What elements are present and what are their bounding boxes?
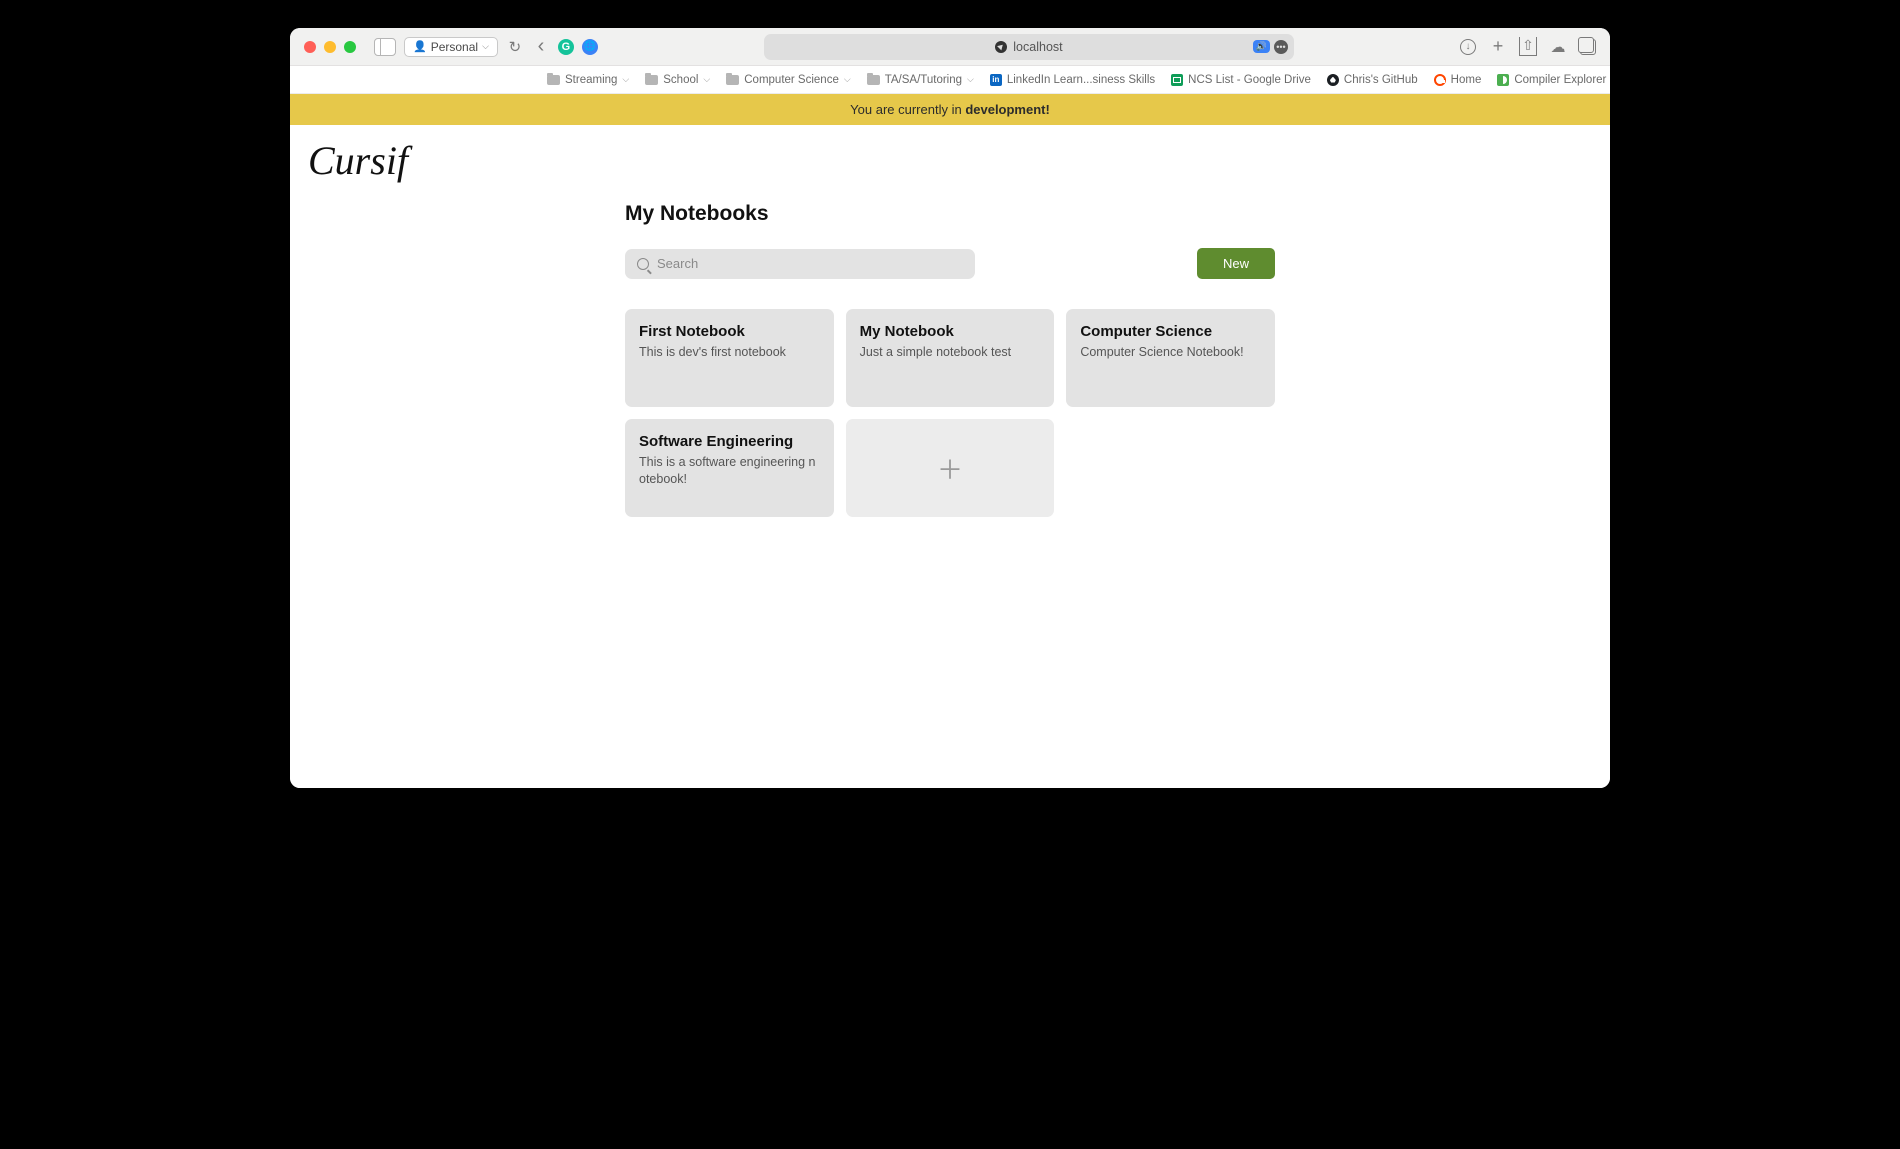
- profile-label: Personal: [431, 40, 478, 54]
- window-controls: [304, 41, 356, 53]
- main-content: My Notebooks New First Notebook This is d…: [625, 202, 1275, 517]
- bookmark-label: Compiler Explorer: [1514, 74, 1606, 86]
- folder-icon: [547, 75, 560, 85]
- grammarly-extension-icon[interactable]: G: [558, 39, 574, 55]
- linkedin-icon: in: [990, 74, 1002, 86]
- downloads-button[interactable]: [1460, 39, 1476, 55]
- github-icon: [1327, 74, 1339, 86]
- chevron-down-icon: ⌵: [967, 74, 974, 85]
- bookmark-label: Chris's GitHub: [1344, 74, 1418, 86]
- add-notebook-card[interactable]: ＋: [846, 419, 1055, 517]
- bookmark-label: TA/SA/Tutoring: [885, 74, 962, 86]
- search-input[interactable]: [657, 256, 963, 271]
- site-more-button[interactable]: •••: [1274, 40, 1288, 54]
- folder-icon: [867, 75, 880, 85]
- notebook-card[interactable]: Software Engineering This is a software e…: [625, 419, 834, 517]
- chevron-down-icon: ⌵: [844, 74, 851, 85]
- back-button[interactable]: [532, 38, 550, 56]
- bookmark-label: Home: [1451, 74, 1482, 86]
- notebook-description: Computer Science Notebook!: [1080, 344, 1261, 361]
- address-bar[interactable]: localhost 🔊 •••: [764, 34, 1294, 60]
- share-button[interactable]: [1520, 39, 1536, 55]
- dev-banner: You are currently in development!: [290, 94, 1610, 125]
- person-icon: 👤: [413, 40, 427, 53]
- notebook-grid: First Notebook This is dev's first notebo…: [625, 309, 1275, 517]
- search-field-wrap[interactable]: [625, 249, 975, 279]
- browser-window: 👤 Personal ⌵ G 🌐 localhost 🔊 •••: [290, 28, 1610, 788]
- bookmark-item[interactable]: Streaming ⌵: [547, 74, 629, 86]
- new-notebook-button[interactable]: New: [1197, 248, 1275, 279]
- bookmark-label: LinkedIn Learn...siness Skills: [1007, 74, 1155, 86]
- plus-icon: ＋: [937, 450, 963, 487]
- notebook-title: First Notebook: [639, 323, 820, 340]
- site-icon: [995, 41, 1007, 53]
- bookmark-item[interactable]: Compiler Explorer: [1497, 74, 1606, 86]
- address-bar-container: localhost 🔊 •••: [606, 34, 1452, 60]
- sheets-icon: [1171, 74, 1183, 86]
- bookmark-label: Streaming: [565, 74, 617, 86]
- sound-indicator-icon[interactable]: 🔊: [1253, 40, 1270, 53]
- notebook-card[interactable]: First Notebook This is dev's first notebo…: [625, 309, 834, 407]
- browser-chrome-top: 👤 Personal ⌵ G 🌐 localhost 🔊 •••: [290, 28, 1610, 66]
- notebook-title: Computer Science: [1080, 323, 1261, 340]
- sidebar-toggle-button[interactable]: [374, 38, 396, 56]
- bookmark-label: Computer Science: [744, 74, 839, 86]
- chevron-down-icon: ⌵: [482, 41, 489, 52]
- chevron-down-icon: ⌵: [622, 74, 629, 85]
- notebook-card[interactable]: My Notebook Just a simple notebook test: [846, 309, 1055, 407]
- chrome-right-controls: [1460, 39, 1596, 55]
- notebook-title: Software Engineering: [639, 433, 820, 450]
- minimize-window-button[interactable]: [324, 41, 336, 53]
- bookmark-label: School: [663, 74, 698, 86]
- close-window-button[interactable]: [304, 41, 316, 53]
- page-title: My Notebooks: [625, 202, 1275, 226]
- bookmark-item[interactable]: Home: [1434, 74, 1482, 86]
- opera-icon: [1434, 74, 1446, 86]
- new-tab-button[interactable]: [1490, 39, 1506, 55]
- tab-overview-button[interactable]: [1580, 39, 1596, 55]
- folder-icon: [726, 75, 739, 85]
- notebook-description: This is dev's first notebook: [639, 344, 820, 361]
- app-logo[interactable]: Cursif: [290, 125, 1610, 184]
- search-icon: [637, 258, 649, 270]
- chevron-down-icon: ⌵: [703, 74, 710, 85]
- address-text: localhost: [1013, 40, 1062, 54]
- cloud-tabs-button[interactable]: [1550, 39, 1566, 55]
- compiler-icon: [1497, 74, 1509, 86]
- toolbar: New: [625, 248, 1275, 279]
- profile-selector[interactable]: 👤 Personal ⌵: [404, 37, 498, 57]
- bookmarks-bar: Streaming⌵School⌵Computer Science⌵TA/SA/…: [290, 66, 1610, 94]
- bookmark-item[interactable]: Computer Science ⌵: [726, 74, 850, 86]
- notebook-description: This is a software engineering notebook!: [639, 454, 820, 488]
- notebook-title: My Notebook: [860, 323, 1041, 340]
- address-right-controls: 🔊 •••: [1253, 40, 1288, 54]
- folder-icon: [645, 75, 658, 85]
- globe-extension-icon[interactable]: 🌐: [582, 39, 598, 55]
- maximize-window-button[interactable]: [344, 41, 356, 53]
- apps-grid-button[interactable]: [304, 74, 305, 86]
- bookmark-item[interactable]: in LinkedIn Learn...siness Skills: [990, 74, 1155, 86]
- reload-button[interactable]: [506, 38, 524, 56]
- bookmark-item[interactable]: NCS List - Google Drive: [1171, 74, 1311, 86]
- bookmark-item[interactable]: Chris's GitHub: [1327, 74, 1418, 86]
- banner-bold: development!: [965, 102, 1050, 117]
- notebook-description: Just a simple notebook test: [860, 344, 1041, 361]
- app-content: Cursif My Notebooks New First Notebook Th…: [290, 125, 1610, 788]
- bookmark-item[interactable]: TA/SA/Tutoring ⌵: [867, 74, 974, 86]
- banner-prefix: You are currently in: [850, 102, 965, 117]
- bookmark-item[interactable]: School ⌵: [645, 74, 710, 86]
- notebook-card[interactable]: Computer Science Computer Science Noteboo…: [1066, 309, 1275, 407]
- bookmark-label: NCS List - Google Drive: [1188, 74, 1311, 86]
